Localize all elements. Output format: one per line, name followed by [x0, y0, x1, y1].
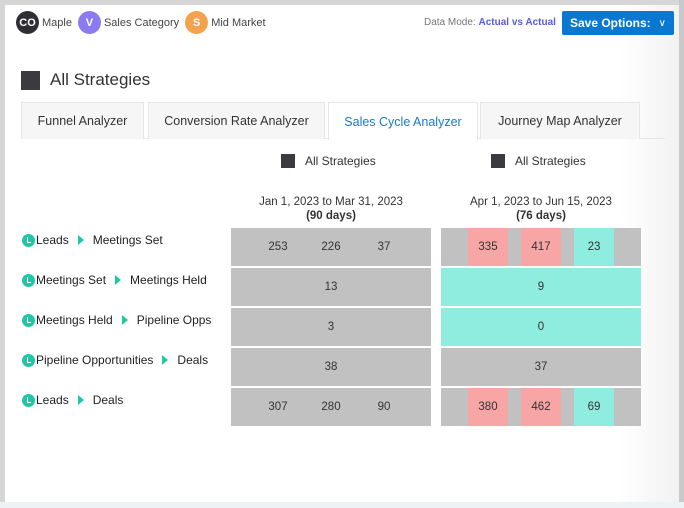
arrow-right-icon — [77, 235, 84, 245]
stage-to: Meetings Held — [130, 273, 207, 287]
row-label-leads-deals: Leads Deals — [22, 393, 123, 407]
strategy-color-swatch-icon — [281, 154, 295, 168]
stage-from: Leads — [36, 393, 69, 407]
tab-funnel-analyzer[interactable]: Funnel Analyzer — [21, 102, 144, 139]
stage-to: Deals — [177, 353, 209, 367]
stage-to: Deals — [92, 393, 124, 407]
strategy-color-swatch-icon — [21, 70, 40, 90]
clock-icon — [22, 233, 35, 247]
save-options-label: Save Options: — [569, 16, 651, 30]
cell-period-2-row-4[interactable]: 37 — [441, 348, 641, 386]
cell-value: 226 — [321, 241, 341, 253]
row-label-leads-meetings-set: Leads Meetings Set — [22, 233, 163, 247]
data-mode-label: Data Mode: — [424, 17, 476, 28]
stage-from: Meetings Set — [36, 273, 107, 287]
cell-value: 37 — [377, 241, 391, 253]
cell-period-1-row-5[interactable]: 307 280 90 — [231, 388, 431, 426]
stage-from: Pipeline Opportunities — [36, 353, 154, 367]
chevron-down-icon: ∨ — [658, 17, 666, 29]
scrollbar[interactable] — [679, 0, 684, 502]
tab-sales-cycle-analyzer[interactable]: Sales Cycle Analyzer — [328, 102, 478, 140]
filter-chip-label: Mid Market — [211, 16, 266, 29]
filter-chip-category[interactable]: V Sales Category — [77, 11, 180, 34]
arrow-right-icon — [121, 315, 128, 325]
cell-value: 13 — [324, 281, 338, 293]
stage-to: Meetings Set — [92, 233, 163, 247]
date-range-days: (90 days) — [306, 210, 356, 222]
tab-conversion-rate-analyzer[interactable]: Conversion Rate Analyzer — [148, 102, 325, 139]
save-options-button[interactable]: Save Options: ∨ — [562, 11, 674, 35]
cell-period-2-row-2[interactable]: 9 — [441, 268, 641, 306]
clock-icon — [22, 353, 35, 367]
strategy-header: All Strategies — [21, 70, 150, 90]
cell-value: 253 — [268, 241, 288, 253]
cell-value-better: 23 — [574, 228, 614, 266]
segment-badge-icon: S — [185, 11, 209, 34]
stage-from: Meetings Held — [36, 313, 113, 327]
filter-chips: CO Maple V Sales Category S Mid Market — [16, 11, 272, 34]
filter-chip-segment[interactable]: S Mid Market — [185, 11, 266, 34]
cell-period-2-row-5[interactable]: 380 462 69 — [441, 388, 641, 426]
cell-value-better: 9 — [537, 281, 545, 293]
cell-value: 3 — [327, 321, 335, 333]
period-2-date-range: Apr 1, 2023 to Jun 15, 2023 (76 days) — [441, 195, 641, 223]
column-legend-label: All Strategies — [305, 154, 376, 168]
cell-period-2-row-3[interactable]: 0 — [441, 308, 641, 346]
cell-value-better: 0 — [537, 321, 545, 333]
cell-period-2-row-1[interactable]: 335 417 23 — [441, 228, 641, 266]
arrow-right-icon — [115, 275, 122, 285]
cell-value: 37 — [534, 361, 548, 373]
cell-value: 307 — [268, 401, 288, 413]
cell-period-1-row-4[interactable]: 38 — [231, 348, 431, 386]
arrow-right-icon — [77, 395, 84, 405]
clock-icon — [22, 313, 35, 327]
data-mode-value[interactable]: Actual vs Actual — [478, 17, 555, 28]
tab-journey-map-analyzer[interactable]: Journey Map Analyzer — [480, 102, 640, 139]
cell-value: 280 — [321, 401, 341, 413]
company-badge-icon: CO — [16, 11, 39, 34]
cell-value-worse: 380 — [468, 388, 508, 426]
cell-value-worse: 417 — [521, 228, 561, 266]
stage-from: Leads — [36, 233, 69, 247]
cell-value: 90 — [377, 401, 391, 413]
column-legend-period-1: All Strategies — [281, 154, 376, 168]
date-range-days: (76 days) — [516, 210, 566, 222]
cell-period-1-row-3[interactable]: 3 — [231, 308, 431, 346]
cell-value-better: 69 — [574, 388, 614, 426]
data-mode: Data Mode: Actual vs Actual — [424, 17, 556, 28]
cell-period-1-row-1[interactable]: 253 226 37 — [231, 228, 431, 266]
page-title: All Strategies — [50, 70, 151, 89]
row-label-meetings-held-pipeline: Meetings Held Pipeline Opps — [22, 313, 211, 327]
cell-period-1-row-2[interactable]: 13 — [231, 268, 431, 306]
row-label-pipeline-deals: Pipeline Opportunities Deals — [22, 353, 208, 367]
filter-chip-label: Sales Category — [103, 16, 180, 29]
cell-value-worse: 335 — [468, 228, 508, 266]
analyzer-tabs: Funnel Analyzer Conversion Rate Analyzer… — [21, 102, 665, 140]
row-label-meetings-set-held: Meetings Set Meetings Held — [22, 273, 207, 287]
stage-to: Pipeline Opps — [136, 313, 212, 327]
column-legend-label: All Strategies — [515, 154, 586, 168]
strategy-color-swatch-icon — [491, 154, 505, 168]
clock-icon — [22, 273, 35, 287]
date-range-text: Jan 1, 2023 to Mar 31, 2023 — [259, 196, 403, 208]
arrow-right-icon — [162, 355, 169, 365]
date-range-text: Apr 1, 2023 to Jun 15, 2023 — [470, 196, 612, 208]
filter-chip-label: Maple — [42, 16, 72, 29]
filter-chip-company[interactable]: CO Maple — [16, 11, 72, 34]
period-1-date-range: Jan 1, 2023 to Mar 31, 2023 (90 days) — [231, 195, 431, 223]
clock-icon — [22, 393, 35, 407]
category-badge-icon: V — [77, 11, 101, 34]
column-legend-period-2: All Strategies — [491, 154, 586, 168]
cell-value: 38 — [324, 361, 338, 373]
cell-value-worse: 462 — [521, 388, 561, 426]
